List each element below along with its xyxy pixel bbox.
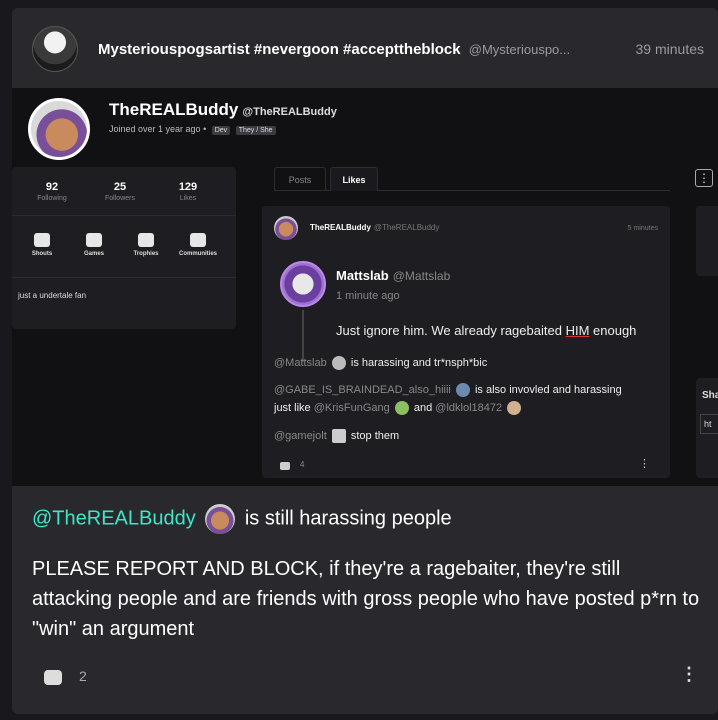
mini-avatar xyxy=(331,356,346,370)
author-avatar[interactable] xyxy=(32,26,78,72)
post-header: Mysteriouspogsartist #nevergoon #acceptt… xyxy=(12,8,718,88)
profile-bio: just a undertale fan xyxy=(18,291,87,300)
divider xyxy=(12,215,236,216)
inner-line-3: just like @KrisFunGang and @ldklol18472 xyxy=(274,401,523,415)
body-mention-line: @TheREALBuddy is still harassing people xyxy=(32,504,452,534)
inner-line-4: @gamejolt stop them xyxy=(274,429,400,443)
quote-thread-line xyxy=(302,310,304,362)
inner-post-time: 5 minutes xyxy=(627,225,658,232)
stats-panel: 92 Following 25 Followers 129 Likes Shou… xyxy=(12,167,236,329)
quote-time: 1 minute ago xyxy=(336,290,400,302)
profile-handle: @TheREALBuddy xyxy=(242,106,337,118)
gamepad-icon xyxy=(86,233,102,247)
inner-comment-count: 4 xyxy=(300,460,305,469)
shouts-icon xyxy=(34,233,50,247)
inner-post-avatar xyxy=(274,216,298,240)
more-options-icon[interactable]: ⋮ xyxy=(680,664,698,685)
trophy-icon xyxy=(138,233,154,247)
inner-line-2: @GABE_IS_BRAINDEAD_also_hiiii is also in… xyxy=(274,383,622,397)
author-line: Mysteriouspogsartist #nevergoon #acceptt… xyxy=(98,41,608,58)
nav-communities: Communities xyxy=(168,233,228,257)
quote-text: Just ignore him. We already ragebaited H… xyxy=(336,323,637,338)
tab-likes: Likes xyxy=(330,167,378,191)
profile-avatar xyxy=(28,98,90,160)
share-input: ht xyxy=(700,414,718,434)
mini-avatar xyxy=(507,401,522,415)
mention-avatar xyxy=(205,504,236,534)
communities-icon xyxy=(190,233,206,247)
nav-trophies: Trophies xyxy=(116,233,176,257)
tag-pronouns: They / She xyxy=(235,126,276,135)
post-body: PLEASE REPORT AND BLOCK, if they're a ra… xyxy=(32,558,700,640)
mention-link[interactable]: @TheREALBuddy xyxy=(32,507,196,529)
comment-icon xyxy=(280,462,290,470)
tag-dev: Dev xyxy=(211,126,231,135)
side-panel xyxy=(696,206,718,276)
author-handle[interactable]: @Mysteriouspo... xyxy=(469,42,570,57)
inner-post: TheREALBuddy @TheREALBuddy 5 minutes Matt… xyxy=(262,206,670,478)
quote-author: Mattslab @Mattslab xyxy=(336,268,451,283)
share-label: Sha xyxy=(702,390,718,401)
mini-avatar xyxy=(394,401,409,415)
joined-text: Joined over 1 year ago • Dev They / She xyxy=(109,124,276,135)
stat-following: 92 Following xyxy=(37,181,67,202)
divider xyxy=(12,277,236,278)
quote-avatar xyxy=(280,261,326,307)
inner-line-1: @Mattslab is harassing and tr*nsph*bic xyxy=(274,356,488,370)
mention-suffix: is still harassing people xyxy=(244,507,452,530)
mini-avatar xyxy=(455,383,470,397)
post-card: Mysteriouspogsartist #nevergoon #acceptt… xyxy=(12,8,718,714)
profile-tabs: Posts Likes xyxy=(274,167,670,191)
inner-post-author: TheREALBuddy @TheREALBuddy xyxy=(310,223,440,232)
menu-icon: ⋮ xyxy=(695,169,713,187)
nav-games: Games xyxy=(64,233,124,257)
stat-likes: 129 Likes xyxy=(178,181,198,202)
nav-shouts: Shouts xyxy=(12,233,72,257)
post-time[interactable]: 39 minutes xyxy=(636,41,704,57)
author-name[interactable]: Mysteriouspogsartist #nevergoon #acceptt… xyxy=(98,41,461,58)
mini-avatar xyxy=(331,429,346,443)
profile-name: TheREALBuddy @TheREALBuddy xyxy=(109,100,337,119)
comment-icon[interactable] xyxy=(44,670,62,685)
stat-followers: 25 Followers xyxy=(105,181,135,202)
more-icon: ⋮ xyxy=(639,458,650,470)
comment-count[interactable]: 2 xyxy=(79,668,87,684)
attached-screenshot[interactable]: TheREALBuddy @TheREALBuddy Joined over 1 … xyxy=(12,88,718,486)
tab-posts: Posts xyxy=(274,167,326,191)
